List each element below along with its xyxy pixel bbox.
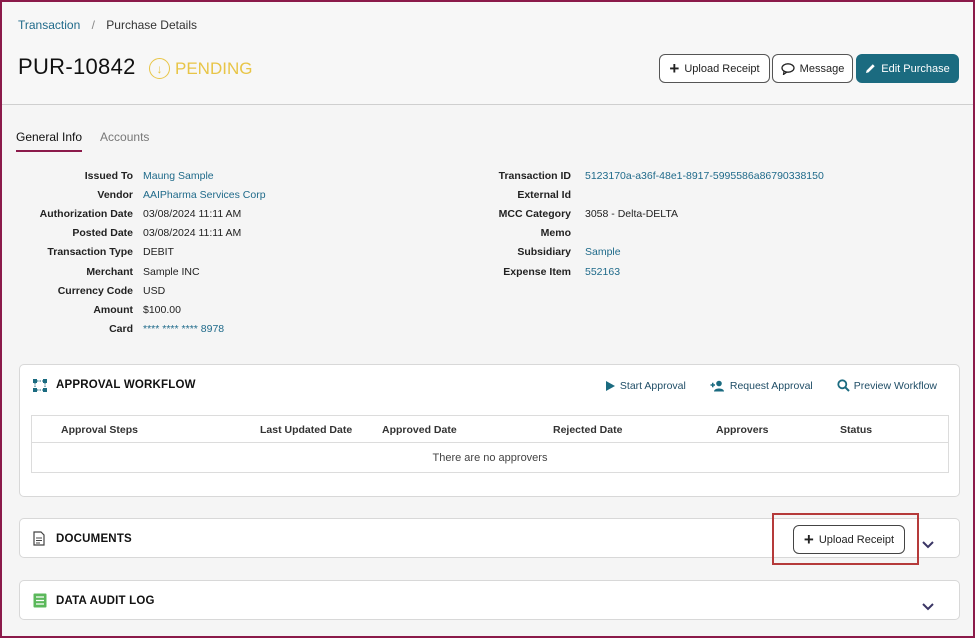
edit-purchase-button[interactable]: Edit Purchase [856,54,959,83]
approvers-table: Approval Steps Last Updated Date Approve… [31,415,949,473]
detail-row: Transaction ID 5123170a-a36f-48e1-8917-59… [472,166,824,185]
column-header: Status [840,424,873,436]
column-header: Approvers [716,424,769,436]
detail-value: USD [143,284,166,297]
detail-value: $100.00 [143,303,181,316]
detail-value: 03/08/2024 11:11 AM [143,227,242,240]
document-icon [33,531,45,546]
tab-accounts[interactable]: Accounts [100,130,149,152]
detail-row: External Id [472,185,824,204]
request-approval-label: Request Approval [729,379,813,392]
breadcrumb-separator: / [91,18,95,32]
data-audit-log-title: DATA AUDIT LOG [56,595,155,607]
detail-row: Authorization Date 03/08/2024 11:11 AM [16,204,266,223]
vendor-link[interactable]: AAIPharma Services Corp [143,189,266,201]
subsidiary-link[interactable]: Sample [585,246,621,258]
breadcrumb: Transaction / Purchase Details [18,18,197,32]
play-icon [605,380,615,391]
column-header: Rejected Date [553,424,623,436]
column-header: Last Updated Date [260,424,353,436]
column-header: Approval Steps [61,424,139,436]
status-label: PENDING [175,58,253,78]
start-approval-label: Start Approval [619,379,686,392]
detail-value: 03/08/2024 11:11 AM [143,207,242,220]
detail-tabs: General Info Accounts [16,130,149,152]
detail-label: Vendor [97,188,133,201]
detail-value: DEBIT [143,246,174,259]
approval-workflow-panel: APPROVAL WORKFLOW Start Approval Request… [19,364,960,497]
approval-actions: Start Approval Request Approval Preview … [605,379,937,392]
detail-label: Issued To [84,169,133,182]
detail-value: Sample INC [143,265,200,278]
detail-label: Transaction ID [498,169,571,182]
detail-row: Amount $100.00 [16,300,266,319]
empty-table-message: There are no approvers [432,451,548,464]
request-approval-button[interactable]: Request Approval [710,379,813,392]
approvers-table-header: Approval Steps Last Updated Date Approve… [32,416,948,443]
approval-workflow-title: APPROVAL WORKFLOW [56,379,196,391]
preview-workflow-label: Preview Workflow [853,379,937,392]
app-frame: Transaction / Purchase Details PUR-10842… [0,0,975,638]
detail-row: Transaction Type DEBIT [16,243,266,262]
expense-item-link[interactable]: 552163 [585,266,620,278]
detail-value: 3058 - Delta-DELTA [585,207,678,220]
detail-label: MCC Category [498,207,571,220]
detail-label: Transaction Type [47,246,133,259]
preview-workflow-button[interactable]: Preview Workflow [837,379,937,392]
chevron-down-icon[interactable] [921,600,935,614]
transaction-id-link[interactable]: 5123170a-a36f-48e1-8917-5995586a86790338… [585,170,824,182]
list-icon [33,593,47,608]
column-header: Approved Date [382,424,457,436]
page-header: Transaction / Purchase Details PUR-10842… [2,2,973,105]
data-audit-log-panel[interactable]: DATA AUDIT LOG [19,580,960,620]
search-icon [837,379,850,392]
upload-receipt-button[interactable]: + Upload Receipt [659,54,770,83]
detail-row: Subsidiary Sample [472,243,824,262]
breadcrumb-current: Purchase Details [106,18,197,32]
page-title: PUR-10842 [18,54,136,79]
detail-label: Subsidiary [517,246,571,259]
issued-to-link[interactable]: Maung Sample [143,170,214,182]
arrow-down-circle-icon: ↓ [149,58,170,79]
detail-row: Expense Item 552163 [472,262,824,281]
edit-purchase-label: Edit Purchase [881,62,950,75]
workflow-icon [33,379,47,392]
message-button[interactable]: Message [772,54,853,83]
detail-row: MCC Category 3058 - Delta-DELTA [472,204,824,223]
detail-row: Posted Date 03/08/2024 11:11 AM [16,224,266,243]
plus-icon: + [669,59,680,78]
detail-label: Expense Item [503,265,571,278]
start-approval-button[interactable]: Start Approval [605,379,686,392]
detail-label: Posted Date [72,227,133,240]
chat-bubble-icon [781,62,795,75]
add-user-icon [710,380,724,391]
detail-label: Memo [540,227,571,240]
detail-label: External Id [517,188,571,201]
detail-label: Currency Code [57,284,133,297]
detail-row: Issued To Maung Sample [16,166,266,185]
documents-title: DOCUMENTS [56,533,132,545]
detail-row: Memo [472,224,824,243]
detail-label: Merchant [86,265,133,278]
detail-row: Merchant Sample INC [16,262,266,281]
status-badge: ↓ PENDING [149,58,252,79]
detail-row: Card **** **** **** 8978 [16,320,266,339]
detail-label: Authorization Date [39,207,133,220]
message-label: Message [799,62,845,75]
highlight-box [772,513,919,565]
details-right: Transaction ID 5123170a-a36f-48e1-8917-59… [472,166,824,281]
pencil-icon [866,64,875,73]
upload-receipt-label: Upload Receipt [684,62,760,75]
detail-label: Amount [93,303,133,316]
tab-general-info[interactable]: General Info [16,130,83,152]
card-link[interactable]: **** **** **** 8978 [143,323,224,335]
detail-row: Currency Code USD [16,281,266,300]
details-left: Issued To Maung Sample Vendor AAIPharma Se… [16,166,266,339]
chevron-down-icon[interactable] [921,538,935,552]
detail-label: Card [109,323,133,336]
detail-row: Vendor AAIPharma Services Corp [16,185,266,204]
breadcrumb-transaction-link[interactable]: Transaction [18,18,80,32]
